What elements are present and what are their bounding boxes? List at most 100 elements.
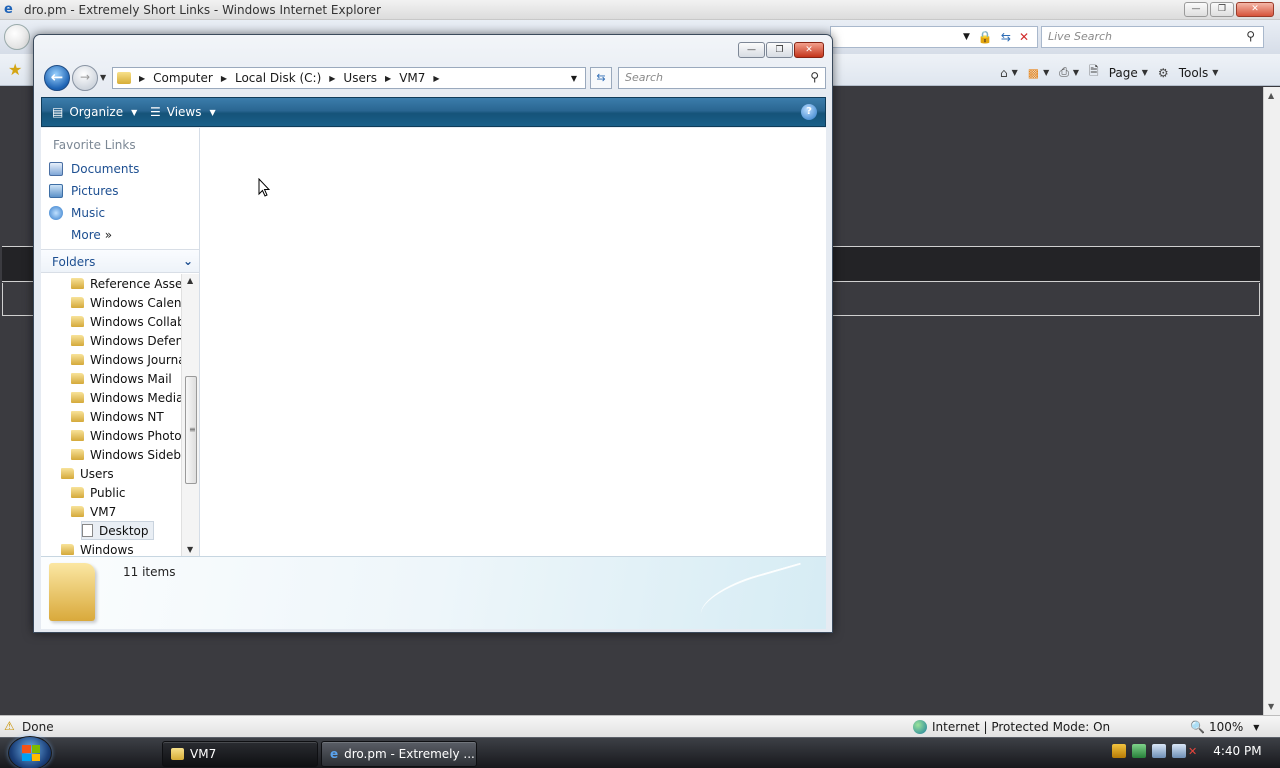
- chevron-down-icon[interactable]: ⌄: [183, 254, 193, 268]
- tree-item[interactable]: Windows Mail: [71, 369, 172, 388]
- views-button[interactable]: ☰ Views ▼: [150, 105, 216, 119]
- home-icon[interactable]: ⌂: [1000, 66, 1008, 80]
- folder-icon: [71, 449, 84, 460]
- breadcrumb-vm7[interactable]: VM7: [399, 71, 425, 85]
- scroll-down-icon[interactable]: ▼: [187, 545, 193, 554]
- organize-button[interactable]: ▤ Organize ▼: [52, 105, 137, 119]
- breadcrumb-local-disk[interactable]: Local Disk (C:): [235, 71, 321, 85]
- scroll-up-icon[interactable]: ▲: [1268, 91, 1274, 100]
- network-icon[interactable]: [1132, 744, 1146, 758]
- breadcrumb-arrow-icon[interactable]: ▶: [433, 74, 439, 83]
- recent-pages-dropdown-icon[interactable]: ▼: [100, 73, 106, 82]
- display-icon[interactable]: [1152, 744, 1166, 758]
- search-placeholder: Search: [625, 71, 664, 84]
- tree-item-label: Windows Photo: [90, 428, 181, 443]
- scroll-down-icon[interactable]: ▼: [1268, 702, 1274, 711]
- forward-button[interactable]: →: [72, 65, 98, 91]
- page-menu[interactable]: Page: [1109, 66, 1138, 80]
- tree-item[interactable]: Reference Assem: [71, 274, 181, 293]
- scrollbar-thumb[interactable]: ≡: [185, 376, 197, 484]
- explorer-navigation-row: ← → ▼ ▶ Computer ▶ Local Disk (C:) ▶ Use…: [42, 64, 826, 92]
- tree-item-vm7[interactable]: VM7: [71, 502, 116, 521]
- search-icon[interactable]: ⚲: [810, 70, 819, 84]
- tree-item-public[interactable]: Public: [71, 483, 126, 502]
- dropdown-arrow-icon[interactable]: ▼: [963, 32, 970, 42]
- print-dropdown-icon[interactable]: ▼: [1073, 68, 1079, 77]
- ie-minimize-button[interactable]: —: [1184, 2, 1208, 17]
- favorite-link-music[interactable]: Music: [49, 206, 105, 220]
- favorites-star-icon[interactable]: ★: [8, 60, 22, 79]
- tree-item[interactable]: Windows Sideba: [71, 445, 181, 464]
- navigation-pane: Favorite Links Documents Pictures Music …: [41, 128, 200, 556]
- tree-item-users[interactable]: Users: [61, 464, 114, 483]
- tree-item-desktop[interactable]: Desktop: [81, 521, 154, 540]
- tools-gear-icon[interactable]: ⚙: [1158, 66, 1169, 80]
- favorite-link-pictures[interactable]: Pictures: [49, 184, 119, 198]
- minimize-button[interactable]: —: [738, 42, 765, 58]
- breadcrumb-arrow-icon[interactable]: ▶: [329, 74, 335, 83]
- security-shield-icon[interactable]: [1112, 744, 1126, 758]
- close-button[interactable]: ✕: [794, 42, 824, 58]
- zoom-control[interactable]: 🔍 100% ▼: [1190, 720, 1259, 734]
- ie-live-search-box[interactable]: Live Search ⚲: [1041, 26, 1264, 48]
- tree-item[interactable]: Windows Photo: [71, 426, 181, 445]
- zoom-dropdown-icon[interactable]: ▼: [1253, 723, 1259, 732]
- tree-item[interactable]: Windows Collab: [71, 312, 181, 331]
- ie-address-bar[interactable]: ▼ 🔒 ⇆ ✕: [830, 26, 1038, 48]
- tree-item[interactable]: Windows Defenc: [71, 331, 181, 350]
- breadcrumb-arrow-icon[interactable]: ▶: [385, 74, 391, 83]
- breadcrumb-computer[interactable]: Computer: [153, 71, 213, 85]
- favorite-link-documents[interactable]: Documents: [49, 162, 139, 176]
- back-button[interactable]: ←: [44, 65, 70, 91]
- music-icon: [49, 206, 63, 220]
- page-dropdown-icon[interactable]: ▼: [1142, 68, 1148, 77]
- tree-item[interactable]: Windows Journa: [71, 350, 181, 369]
- more-links[interactable]: More»: [71, 228, 112, 242]
- refresh-icon[interactable]: ⇆: [1001, 30, 1011, 44]
- tools-menu[interactable]: Tools: [1179, 66, 1209, 80]
- muted-x-icon: ✕: [1188, 744, 1198, 758]
- tree-item-label: Windows Media: [90, 390, 181, 405]
- help-icon[interactable]: ?: [801, 104, 817, 120]
- tree-item-windows[interactable]: Windows: [61, 540, 134, 556]
- large-folder-icon: [49, 563, 95, 621]
- stop-icon[interactable]: ✕: [1019, 30, 1029, 44]
- tree-scrollbar[interactable]: ▲ ≡ ▼: [181, 274, 199, 556]
- lock-icon[interactable]: 🔒: [978, 30, 993, 44]
- tree-item-label: Windows Mail: [90, 371, 172, 386]
- search-icon[interactable]: ⚲: [1246, 29, 1255, 43]
- breadcrumb-users[interactable]: Users: [343, 71, 377, 85]
- tools-dropdown-icon[interactable]: ▼: [1212, 68, 1218, 77]
- page-icon[interactable]: 🗎: [1089, 62, 1099, 83]
- print-icon[interactable]: ⎙: [1059, 65, 1069, 80]
- ie-back-button[interactable]: [4, 24, 30, 50]
- tree-item[interactable]: Windows Calend: [71, 293, 181, 312]
- ie-vertical-scrollbar[interactable]: ▲ ▼: [1263, 87, 1280, 715]
- breadcrumb-arrow-icon[interactable]: ▶: [221, 74, 227, 83]
- volume-icon[interactable]: [1172, 744, 1186, 758]
- scroll-up-icon[interactable]: ▲: [187, 276, 193, 285]
- folders-header[interactable]: Folders ⌄: [41, 249, 199, 273]
- clock[interactable]: 4:40 PM: [1213, 744, 1261, 758]
- feeds-icon[interactable]: ▩: [1028, 66, 1039, 80]
- grip-icon: ≡: [189, 425, 196, 434]
- start-button[interactable]: [8, 736, 52, 768]
- file-list-pane[interactable]: [200, 128, 826, 556]
- search-input[interactable]: Search ⚲: [618, 67, 826, 89]
- ie-logo-icon: e: [4, 2, 13, 17]
- refresh-button[interactable]: ⇆: [590, 67, 612, 89]
- address-dropdown-icon[interactable]: ▼: [571, 74, 577, 83]
- breadcrumb-arrow-icon[interactable]: ▶: [139, 74, 145, 83]
- ie-close-button[interactable]: ✕: [1236, 2, 1274, 17]
- feeds-dropdown-icon[interactable]: ▼: [1043, 68, 1049, 77]
- maximize-button[interactable]: ❐: [766, 42, 793, 58]
- address-bar[interactable]: ▶ Computer ▶ Local Disk (C:) ▶ Users ▶ V…: [112, 67, 586, 89]
- home-dropdown-icon[interactable]: ▼: [1012, 68, 1018, 77]
- taskbar-button-ie[interactable]: e dro.pm - Extremely ...: [321, 741, 477, 767]
- ie-maximize-button[interactable]: ❐: [1210, 2, 1234, 17]
- tree-item[interactable]: Windows NT: [71, 407, 164, 426]
- tree-item[interactable]: Windows Media: [71, 388, 181, 407]
- security-zone[interactable]: Internet | Protected Mode: On: [913, 720, 1110, 734]
- taskbar-button-vm7[interactable]: VM7: [162, 741, 318, 767]
- tree-item-label: Windows Calend: [90, 295, 181, 310]
